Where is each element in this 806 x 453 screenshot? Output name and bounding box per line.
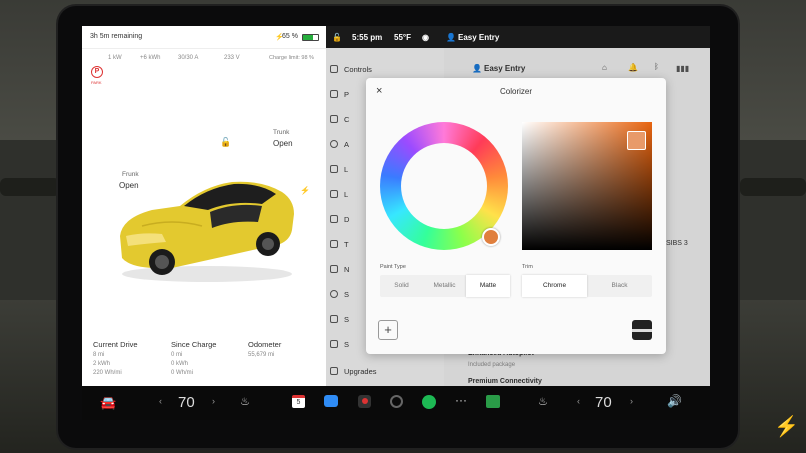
since-charge-energy: 0 kWh — [171, 361, 189, 367]
color-picker-handle[interactable] — [627, 131, 646, 150]
current-drive-distance: 8 mi — [93, 352, 105, 358]
bottom-dock: 🚘 ‹ 70 › ♨ 5 ··· ♨ ‹ 70 › 🔊 — [82, 386, 710, 420]
spotify-icon[interactable] — [422, 395, 436, 409]
media-icon[interactable] — [390, 395, 403, 408]
charge-voltage: 233 V — [224, 55, 240, 61]
car-icon[interactable]: 🚘 — [100, 395, 116, 411]
air-vent-right — [740, 178, 806, 196]
status-temperature: 55°F — [394, 33, 411, 42]
status-time: 5:55 pm — [352, 33, 383, 42]
driver-temp-up-icon[interactable]: › — [212, 396, 215, 406]
battery-percent: 65 % — [282, 33, 298, 40]
colorizer-modal: × Colorizer Paint Type Solid Metallic Ma… — [366, 78, 666, 354]
charge-energy: +6 kWh — [140, 55, 161, 61]
driver-temp-down-icon[interactable]: ‹ — [159, 396, 162, 406]
volume-icon[interactable]: 🔊 — [667, 394, 682, 408]
car-image — [120, 181, 294, 282]
battery-fill — [303, 35, 313, 40]
more-apps-icon[interactable]: ··· — [455, 393, 467, 407]
since-charge-distance: 0 mi — [171, 352, 183, 358]
energy-app-icon[interactable] — [486, 395, 500, 408]
seat-heater-left-icon[interactable]: ♨ — [240, 395, 250, 408]
charge-limit: Charge limit: 98 % — [269, 55, 314, 61]
stat-title-since-charge: Since Charge — [171, 340, 217, 349]
messages-icon[interactable] — [324, 395, 338, 407]
camera-icon[interactable]: ◉ — [422, 33, 429, 42]
status-profile[interactable]: Easy Entry — [458, 33, 499, 42]
trim-label: Trim — [522, 264, 533, 270]
tesla-logo-icon: ⚡ — [774, 416, 799, 438]
profile-icon[interactable]: 👤 — [446, 33, 456, 42]
seat-heater-right-icon[interactable]: ♨ — [538, 395, 548, 408]
stat-title-odometer: Odometer — [248, 340, 282, 349]
current-drive-energy: 2 kWh — [93, 361, 111, 367]
calendar-icon[interactable]: 5 — [292, 395, 305, 408]
stat-title-current-drive: Current Drive — [93, 340, 138, 349]
trunk-label: Trunk — [273, 129, 290, 136]
lock-status-icon[interactable]: 🔓 — [332, 33, 342, 42]
driver-temperature[interactable]: 70 — [178, 394, 195, 411]
odometer-value: 55,679 mi — [248, 352, 275, 358]
air-vent-left — [0, 178, 60, 196]
paint-solid-option[interactable]: Solid — [380, 275, 423, 297]
trim-black-option[interactable]: Black — [587, 275, 652, 297]
camera-app-icon[interactable] — [358, 395, 371, 408]
touchscreen: 3h 5m remaining ⚡ 65 % 1 kW +6 kWh 30/30… — [82, 26, 710, 386]
vehicle-panel: 3h 5m remaining ⚡ 65 % 1 kW +6 kWh 30/30… — [82, 26, 326, 386]
hue-selector-handle[interactable] — [482, 228, 500, 246]
paint-matte-option[interactable]: Matte — [466, 275, 510, 297]
battery-icon — [302, 34, 319, 41]
range-remaining: 3h 5m remaining — [90, 33, 143, 40]
trim-chrome-option[interactable]: Chrome — [522, 275, 587, 297]
charge-current: 30/30 A — [178, 55, 199, 61]
park-brake-icon: P — [91, 66, 103, 78]
status-bar: 🔓 5:55 pm 55°F ◉ 👤 Easy Entry — [326, 26, 710, 48]
paint-type-selector: Solid Metallic Matte — [380, 275, 510, 297]
current-drive-efficiency: 220 Wh/mi — [93, 370, 122, 376]
modal-title: Colorizer — [499, 87, 532, 96]
paint-metallic-option[interactable]: Metallic — [423, 275, 466, 297]
trim-selector: Chrome Black — [522, 275, 652, 297]
charge-power: 1 kW — [108, 55, 122, 61]
since-charge-efficiency: 0 Wh/mi — [171, 370, 194, 376]
unlock-icon[interactable]: 🔓 — [220, 137, 231, 148]
passenger-temperature[interactable]: 70 — [595, 394, 612, 411]
trunk-open-button[interactable]: Open — [273, 139, 293, 148]
paint-type-label: Paint Type — [380, 264, 406, 270]
passenger-temp-down-icon[interactable]: ‹ — [577, 396, 580, 406]
passenger-temp-up-icon[interactable]: › — [630, 396, 633, 406]
paint-swatch-icon[interactable] — [632, 320, 652, 340]
park-label: PARK — [91, 80, 102, 85]
add-color-button[interactable]: + — [378, 320, 398, 340]
